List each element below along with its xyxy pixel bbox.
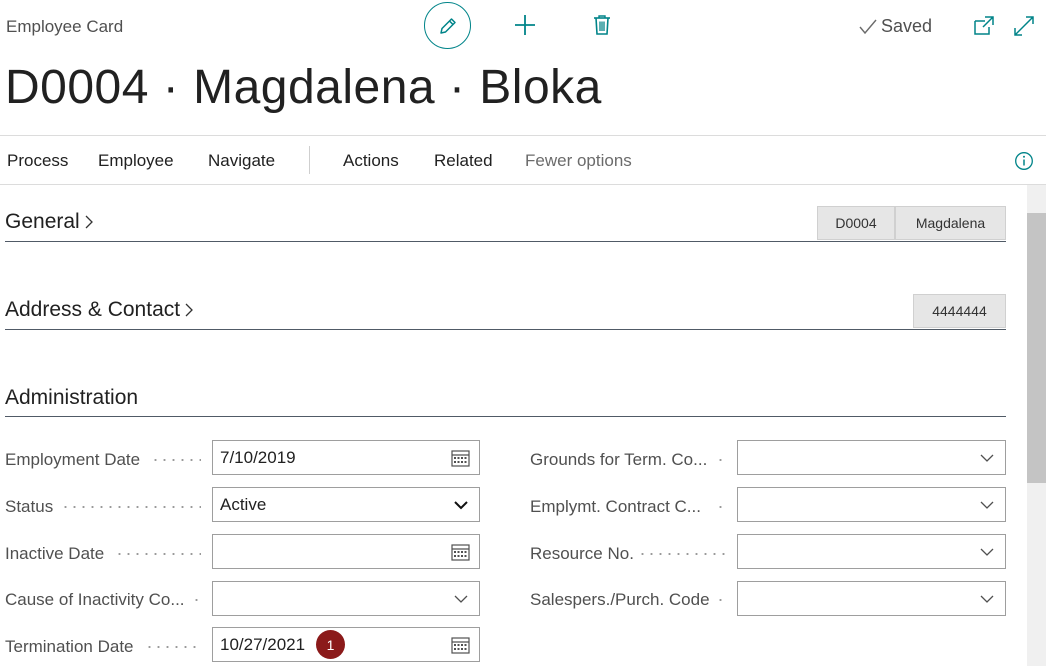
section-general-title: General xyxy=(5,210,80,233)
field-label: Termination Date xyxy=(5,637,134,656)
menu-fewer-options[interactable]: Fewer options xyxy=(525,151,632,171)
field-dots xyxy=(151,459,201,461)
field-label: Employment Date xyxy=(5,450,141,469)
open-new-window-icon[interactable] xyxy=(972,14,996,38)
field-dots xyxy=(145,646,201,648)
chevron-down-icon xyxy=(980,454,994,462)
chevron-right-icon xyxy=(185,303,194,317)
cause-of-inactivity-lookup[interactable] xyxy=(212,581,480,616)
calendar-icon[interactable] xyxy=(451,449,470,467)
field-label: Salespers./Purch. Code xyxy=(530,590,710,609)
field-label: Grounds for Term. Co... xyxy=(530,450,708,469)
employment-date-input[interactable]: 7/10/2019 xyxy=(212,440,480,475)
status-select[interactable]: Active xyxy=(212,487,480,522)
field-dots xyxy=(716,459,726,461)
field-label: Cause of Inactivity Co... xyxy=(5,590,185,609)
section-address-title: Address & Contact xyxy=(5,298,181,321)
grounds-for-termination-lookup[interactable] xyxy=(737,440,1006,475)
chevron-down-icon xyxy=(980,595,994,603)
action-bar: Process Employee Navigate Actions Relate… xyxy=(0,135,1046,185)
plus-icon xyxy=(515,15,535,35)
field-dots xyxy=(61,506,201,508)
calendar-icon[interactable] xyxy=(451,543,470,561)
vertical-scrollbar[interactable] xyxy=(1027,185,1046,666)
termination-date-input[interactable]: 10/27/2021 xyxy=(212,627,480,662)
field-label: Resource No. xyxy=(530,544,634,563)
section-address-contact: Address & Contact 4444444 xyxy=(5,288,1006,330)
field-dots xyxy=(716,506,726,508)
field-dots xyxy=(638,553,726,555)
section-address-header[interactable]: Address & Contact xyxy=(5,298,194,322)
menu-related[interactable]: Related xyxy=(434,151,493,171)
menu-separator xyxy=(309,146,310,174)
chevron-down-icon xyxy=(454,501,468,510)
section-administration-title: Administration xyxy=(5,386,139,409)
section-administration: Administration xyxy=(5,376,1006,417)
page-title: D0004 · Magdalena · Bloka xyxy=(5,61,602,114)
edit-button[interactable] xyxy=(424,2,471,49)
menu-employee[interactable]: Employee xyxy=(98,151,174,171)
scrollbar-thumb[interactable] xyxy=(1027,213,1046,483)
field-dots xyxy=(716,599,726,601)
field-label: Emplymt. Contract C... xyxy=(530,497,701,516)
section-administration-header[interactable]: Administration xyxy=(5,386,138,410)
saved-label: Saved xyxy=(881,16,933,36)
chevron-down-icon xyxy=(980,501,994,509)
annotation-badge: 1 xyxy=(316,630,345,659)
chevron-right-icon xyxy=(85,215,93,229)
edit-icon xyxy=(439,17,456,34)
chevron-down-icon xyxy=(454,595,468,603)
delete-button[interactable] xyxy=(589,12,615,38)
field-label: Status xyxy=(5,497,54,516)
menu-navigate[interactable]: Navigate xyxy=(208,151,275,171)
resource-no-lookup[interactable] xyxy=(737,534,1006,569)
employment-contract-lookup[interactable] xyxy=(737,487,1006,522)
inactive-date-input[interactable] xyxy=(212,534,480,569)
menu-actions[interactable]: Actions xyxy=(343,151,399,171)
saved-status: Saved xyxy=(858,16,932,37)
page-kind-label: Employee Card xyxy=(6,17,124,36)
fact-first-name: Magdalena xyxy=(895,206,1006,240)
chevron-down-icon xyxy=(980,548,994,556)
trash-icon xyxy=(594,15,610,35)
field-dots xyxy=(192,599,202,601)
top-bar: Employee Card Saved xyxy=(0,0,1048,54)
section-general-header[interactable]: General xyxy=(5,210,94,234)
fact-phone: 4444444 xyxy=(913,294,1006,328)
expand-icon[interactable] xyxy=(1012,14,1036,38)
fact-employee-no: D0004 xyxy=(817,206,895,240)
field-dots xyxy=(115,553,201,555)
new-button[interactable] xyxy=(512,12,538,38)
field-label: Inactive Date xyxy=(5,544,105,563)
section-general: General D0004 Magdalena xyxy=(5,200,1006,242)
menu-process[interactable]: Process xyxy=(7,151,68,171)
salesperson-purchaser-lookup[interactable] xyxy=(737,581,1006,616)
checkmark-icon xyxy=(859,19,877,34)
calendar-icon[interactable] xyxy=(451,636,470,654)
info-icon[interactable] xyxy=(1014,151,1034,171)
